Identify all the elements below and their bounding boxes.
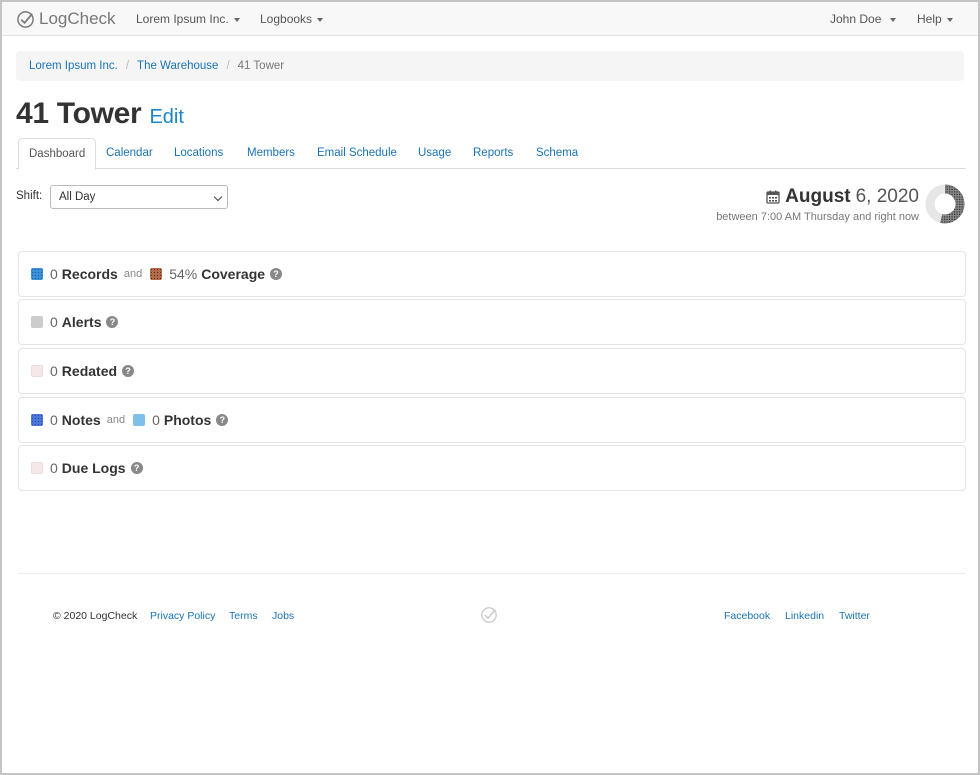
- notes-panel: 0 Notes and 0 Photos ?: [18, 397, 966, 443]
- alerts-count: 0: [50, 314, 58, 330]
- user-menu-label: John Doe: [830, 12, 882, 26]
- due-logs-swatch: [31, 462, 43, 474]
- date-day-year: 6, 2020: [855, 186, 919, 207]
- notes-count: 0: [50, 412, 58, 428]
- calendar-icon: [766, 190, 780, 204]
- footer-jobs-link[interactable]: Jobs: [272, 610, 294, 622]
- footer-divider: [18, 573, 966, 574]
- caret-down-icon: [233, 17, 240, 22]
- notes-label: Notes: [61, 412, 101, 428]
- records-swatch: [31, 268, 43, 280]
- shift-label: Shift:: [16, 190, 43, 202]
- user-menu[interactable]: John Doe: [830, 2, 897, 36]
- brand-name: LogCheck: [39, 9, 116, 28]
- and-label: and: [123, 268, 143, 280]
- records-label: Records: [61, 266, 118, 282]
- logbooks-menu[interactable]: Logbooks: [260, 2, 324, 36]
- org-menu[interactable]: Lorem Ipsum Inc.: [136, 2, 240, 36]
- brand-logo[interactable]: LogCheck: [16, 8, 116, 30]
- breadcrumb: Lorem Ipsum Inc. / The Warehouse / 41 To…: [16, 51, 964, 81]
- tab-email-schedule[interactable]: Email Schedule: [317, 138, 397, 169]
- help-menu[interactable]: Help: [917, 2, 953, 36]
- photos-label: Photos: [163, 412, 212, 428]
- notes-swatch: [31, 414, 43, 426]
- tab-bar: Dashboard Calendar Locations Members Ema…: [16, 138, 966, 170]
- edit-link[interactable]: Edit: [149, 106, 183, 129]
- tab-locations[interactable]: Locations: [174, 138, 223, 169]
- coverage-label: Coverage: [201, 266, 266, 282]
- redated-swatch: [31, 365, 43, 377]
- records-count: 0: [50, 266, 58, 282]
- due-logs-count: 0: [50, 460, 58, 476]
- coverage-donut-chart: [925, 184, 965, 224]
- breadcrumb-org[interactable]: Lorem Ipsum Inc.: [29, 60, 118, 72]
- shift-selected-value: All Day: [59, 191, 96, 203]
- footer-twitter-link[interactable]: Twitter: [839, 610, 870, 622]
- due-logs-label: Due Logs: [61, 460, 126, 476]
- breadcrumb-separator: /: [226, 60, 230, 72]
- footer-facebook-link[interactable]: Facebook: [724, 610, 770, 622]
- page-title: 41 Tower: [16, 97, 142, 130]
- caret-down-icon: [890, 17, 897, 22]
- footer-linkedin-link[interactable]: Linkedin: [785, 610, 824, 622]
- records-panel: 0 Records and 54% Coverage ?: [18, 251, 966, 297]
- top-navbar: LogCheck Lorem Ipsum Inc. Logbooks John …: [2, 2, 978, 36]
- footer-privacy-link[interactable]: Privacy Policy: [150, 610, 215, 622]
- chevron-down-icon: [213, 192, 223, 202]
- check-circle-icon: [17, 10, 34, 28]
- breadcrumb-current: 41 Tower: [237, 60, 285, 72]
- breadcrumb-separator: /: [125, 60, 130, 72]
- coverage-swatch: [150, 268, 163, 280]
- alerts-panel: 0 Alerts ?: [18, 299, 966, 345]
- tab-members[interactable]: Members: [247, 138, 295, 169]
- org-menu-label: Lorem Ipsum Inc.: [136, 12, 229, 26]
- and-label: and: [106, 414, 126, 426]
- photos-swatch: [133, 414, 146, 426]
- date-range-subtitle: between 7:00 AM Thursday and right now: [716, 211, 919, 223]
- tab-calendar[interactable]: Calendar: [106, 138, 153, 169]
- due-logs-panel: 0 Due Logs ?: [18, 445, 966, 491]
- coverage-value: 54%: [169, 266, 198, 282]
- breadcrumb-site[interactable]: The Warehouse: [137, 60, 218, 72]
- question-circle-icon[interactable]: ?: [106, 316, 119, 328]
- photos-count: 0: [152, 412, 160, 428]
- question-circle-icon[interactable]: ?: [122, 365, 135, 377]
- help-menu-label: Help: [917, 12, 942, 26]
- caret-down-icon: [317, 17, 324, 22]
- tab-dashboard[interactable]: Dashboard: [18, 138, 97, 170]
- alerts-label: Alerts: [61, 314, 102, 330]
- question-circle-icon[interactable]: ?: [130, 462, 143, 474]
- footer-copyright: © 2020 LogCheck: [53, 610, 138, 622]
- alerts-swatch: [31, 316, 43, 328]
- app-window: LogCheck Lorem Ipsum Inc. Logbooks John …: [0, 0, 980, 775]
- redated-label: Redated: [61, 363, 118, 379]
- page-header: 41 Tower Edit: [16, 97, 184, 133]
- shift-select[interactable]: All Day: [50, 185, 228, 209]
- date-summary: August 6, 2020 between 7:00 AM Thursday …: [716, 186, 919, 223]
- redated-panel: 0 Redated ?: [18, 348, 966, 394]
- date-month: August: [785, 186, 851, 207]
- question-circle-icon[interactable]: ?: [216, 414, 229, 426]
- tab-reports[interactable]: Reports: [473, 138, 513, 169]
- question-circle-icon[interactable]: ?: [270, 268, 283, 280]
- logbooks-menu-label: Logbooks: [260, 12, 313, 26]
- footer-terms-link[interactable]: Terms: [229, 610, 258, 622]
- check-circle-icon: [481, 607, 497, 623]
- tab-usage[interactable]: Usage: [418, 138, 451, 169]
- tab-schema[interactable]: Schema: [536, 138, 578, 169]
- redated-count: 0: [50, 363, 58, 379]
- caret-down-icon: [946, 17, 953, 22]
